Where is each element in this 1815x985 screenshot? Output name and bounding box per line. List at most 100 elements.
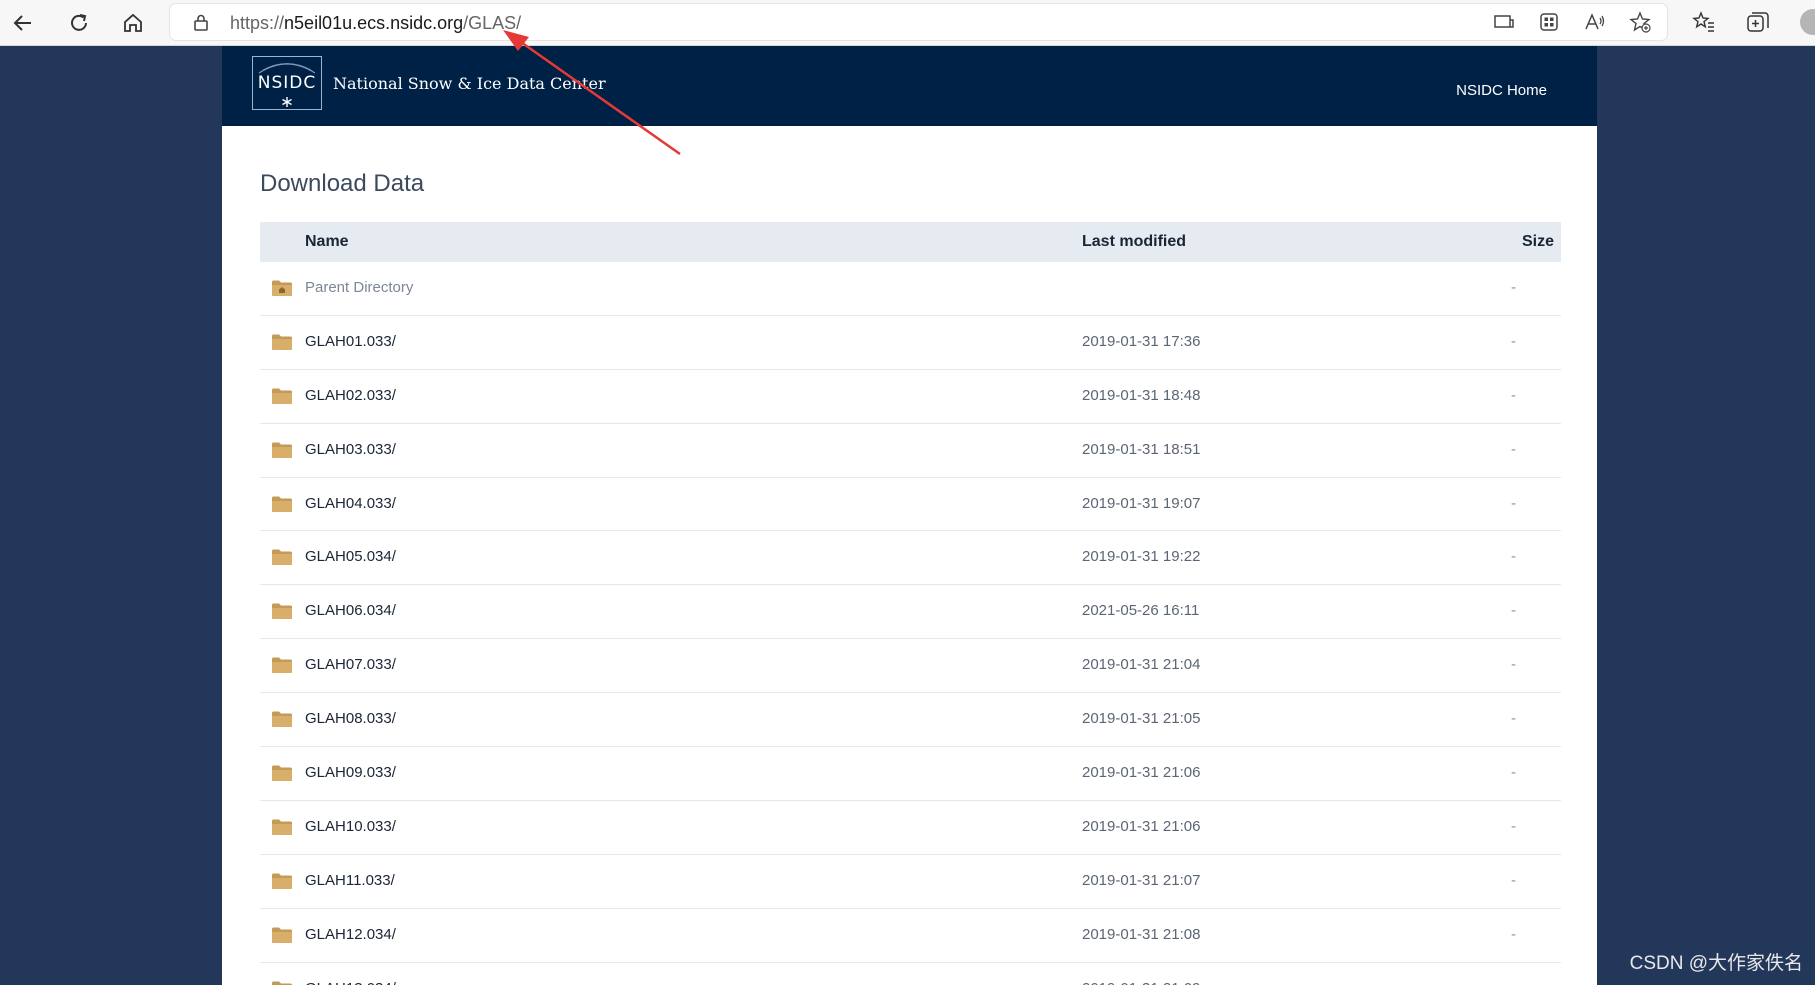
file-size: - (1511, 332, 1516, 350)
url-path: /GLAS/ (463, 13, 522, 33)
last-modified: 2019-01-31 21:06 (1082, 764, 1201, 782)
folder-link[interactable]: GLAH01.033/ (305, 333, 396, 350)
last-modified: 2019-01-31 21:09 (1082, 980, 1200, 985)
folder-icon (271, 926, 293, 944)
site-header: NSIDC National Snow & Ice Data Center NS… (222, 46, 1597, 126)
back-arrow-icon (13, 15, 31, 31)
favorites-icon[interactable] (1692, 10, 1716, 34)
read-aloud-icon[interactable] (1584, 11, 1606, 33)
immersive-reader-icon[interactable] (1493, 11, 1515, 33)
directory-listing: Name Last modified Size Parent Directory… (260, 222, 1561, 985)
folder-link[interactable]: GLAH03.033/ (305, 441, 396, 458)
table-row: GLAH12.034/2019-01-31 21:08 - (260, 909, 1561, 963)
folder-icon (271, 710, 293, 728)
last-modified: 2019-01-31 21:05 (1082, 710, 1201, 728)
last-modified: 2019-01-31 19:07 (1082, 494, 1201, 512)
file-size: - (1511, 602, 1516, 620)
reload-button[interactable] (64, 8, 94, 38)
address-bar[interactable]: https://n5eil01u.ecs.nsidc.org/GLAS/ (170, 4, 1667, 40)
browser-toolbar: https://n5eil01u.ecs.nsidc.org/GLAS/ (0, 0, 1815, 46)
reload-icon (71, 14, 87, 31)
table-row: GLAH11.033/2019-01-31 21:07 - (260, 855, 1561, 909)
table-row: GLAH02.033/2019-01-31 18:48 - (260, 370, 1561, 424)
folder-link[interactable]: GLAH12.034/ (305, 926, 396, 943)
folder-icon (271, 441, 293, 459)
parent-directory-link[interactable]: Parent Directory (305, 279, 413, 296)
url-scheme: https:// (230, 13, 285, 33)
last-modified: 2021-05-26 16:11 (1082, 602, 1200, 620)
column-header-name[interactable]: Name (305, 233, 349, 251)
watermark-text: CSDN @大作家佚名 (1629, 953, 1803, 974)
file-size: - (1511, 710, 1516, 728)
folder-link[interactable]: GLAH08.033/ (305, 710, 396, 727)
parent-folder-icon (271, 279, 293, 297)
folder-link[interactable]: GLAH10.033/ (305, 818, 396, 835)
app-grid-icon[interactable] (1538, 11, 1560, 33)
file-size: - (1511, 980, 1516, 985)
folder-icon (271, 333, 293, 351)
file-size: - (1511, 764, 1516, 782)
home-icon (124, 13, 142, 32)
table-row: GLAH03.033/2019-01-31 18:51 - (260, 424, 1561, 478)
collections-icon[interactable] (1746, 10, 1770, 34)
logo-text: NSIDC (257, 73, 317, 93)
page-panel: NSIDC National Snow & Ice Data Center NS… (222, 46, 1597, 985)
file-size: - (1511, 386, 1516, 404)
file-size: - (1511, 925, 1516, 943)
folder-icon (271, 818, 293, 836)
site-title: National Snow & Ice Data Center (333, 74, 606, 93)
table-row: GLAH08.033/2019-01-31 21:05 - (260, 693, 1561, 748)
folder-link[interactable]: GLAH04.033/ (305, 495, 396, 512)
last-modified: 2019-01-31 19:22 (1082, 548, 1201, 566)
last-modified: 2019-01-31 21:07 (1082, 871, 1201, 889)
folder-link[interactable]: GLAH11.033/ (305, 872, 395, 889)
folder-link[interactable]: GLAH13.034/ (305, 980, 396, 985)
back-button[interactable] (8, 8, 38, 38)
folder-icon (271, 764, 293, 782)
table-row: GLAH06.034/2021-05-26 16:11 - (260, 585, 1561, 640)
lock-icon[interactable] (192, 13, 210, 31)
folder-icon (271, 548, 293, 566)
file-size: - (1511, 279, 1516, 296)
folder-icon (271, 656, 293, 674)
folder-link[interactable]: GLAH09.033/ (305, 764, 396, 781)
url-text[interactable]: https://n5eil01u.ecs.nsidc.org/GLAS/ (230, 12, 521, 34)
home-button[interactable] (118, 8, 148, 38)
last-modified: 2019-01-31 18:51 (1082, 440, 1201, 458)
add-favorite-icon[interactable] (1629, 11, 1651, 33)
folder-icon (271, 872, 293, 890)
url-host: n5eil01u.ecs.nsidc.org (284, 13, 464, 33)
file-size: - (1511, 440, 1516, 458)
table-row: GLAH09.033/2019-01-31 21:06 - (260, 747, 1561, 801)
file-size: - (1511, 548, 1516, 566)
file-size: - (1511, 871, 1516, 889)
folder-link[interactable]: GLAH05.034/ (305, 548, 396, 565)
profile-avatar[interactable] (1800, 9, 1815, 35)
nav-home-link[interactable]: NSIDC Home (1456, 82, 1547, 99)
folder-icon (271, 980, 293, 985)
page-title: Download Data (260, 170, 425, 197)
table-row: GLAH01.033/2019-01-31 17:36 - (260, 316, 1561, 370)
folder-link[interactable]: GLAH02.033/ (305, 387, 396, 404)
last-modified: 2019-01-31 21:06 (1082, 817, 1201, 835)
column-header-size[interactable]: Size (1522, 233, 1554, 251)
last-modified: 2019-01-31 18:48 (1082, 386, 1201, 404)
table-row: GLAH07.033/2019-01-31 21:04 - (260, 639, 1561, 694)
last-modified: 2019-01-31 21:08 (1082, 925, 1201, 943)
folder-link[interactable]: GLAH06.034/ (305, 602, 396, 619)
nsidc-logo[interactable]: NSIDC (252, 56, 322, 110)
table-row: Parent Directory - (260, 262, 1561, 316)
folder-icon (271, 387, 293, 405)
folder-link[interactable]: GLAH07.033/ (305, 656, 396, 673)
file-size: - (1511, 817, 1516, 835)
file-size: - (1511, 494, 1516, 512)
table-row: GLAH04.033/2019-01-31 19:07 - (260, 478, 1561, 532)
folder-icon (271, 602, 293, 620)
listing-rows: Parent Directory - GLAH01.033/2019-01-31 1… (260, 262, 1561, 985)
table-row: GLAH13.034/2019-01-31 21:09 - (260, 963, 1561, 985)
table-row: GLAH10.033/2019-01-31 21:06 - (260, 801, 1561, 855)
last-modified: 2019-01-31 21:04 (1082, 656, 1201, 674)
column-header-modified[interactable]: Last modified (1082, 233, 1186, 251)
listing-header: Name Last modified Size (260, 222, 1561, 262)
file-size: - (1511, 656, 1516, 674)
